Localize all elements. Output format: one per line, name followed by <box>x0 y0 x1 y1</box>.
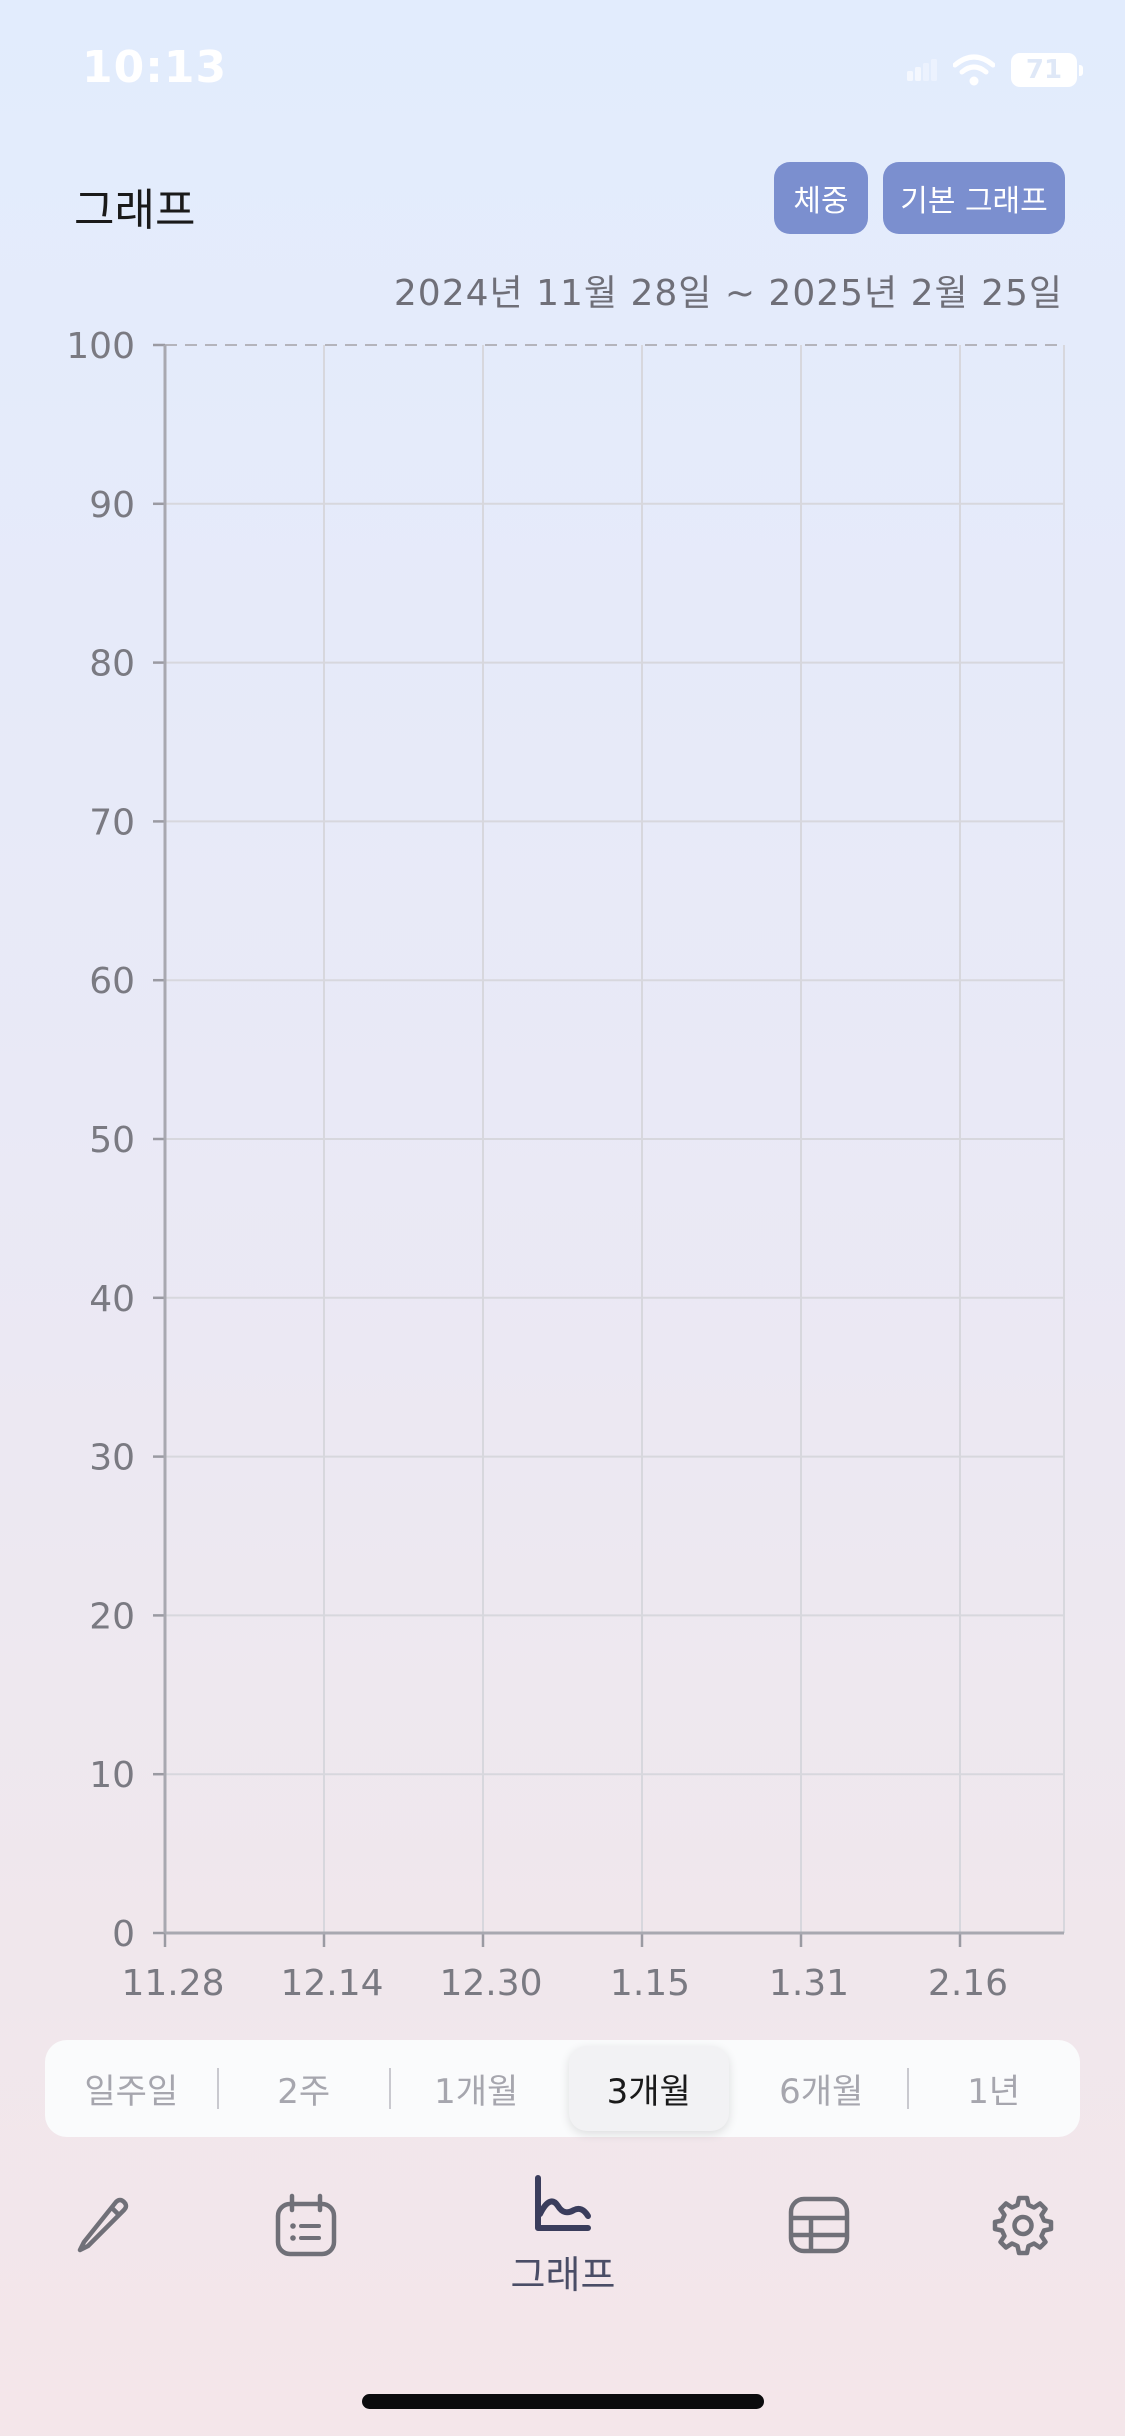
x-tick-label: 12.30 <box>439 1963 542 2004</box>
table-icon <box>788 2196 850 2254</box>
y-tick-label: 30 <box>89 1438 135 1479</box>
period-option[interactable]: 6개월 <box>735 2040 908 2137</box>
y-tick-label: 60 <box>89 961 135 1002</box>
home-indicator[interactable] <box>362 2394 764 2409</box>
tab-record[interactable] <box>70 2192 134 2256</box>
period-option[interactable]: 3개월 <box>568 2046 729 2131</box>
y-tick-label: 80 <box>89 644 135 685</box>
period-option[interactable]: 1년 <box>908 2040 1081 2137</box>
segment-divider <box>389 2068 391 2109</box>
period-option[interactable]: 1개월 <box>390 2040 563 2137</box>
y-tick-label: 10 <box>89 1755 135 1796</box>
period-selector[interactable]: 일주일 2주 1개월 3개월 6개월 1년 <box>45 2040 1080 2137</box>
x-tick-label: 2.16 <box>928 1963 1008 2004</box>
segment-divider <box>906 2068 909 2109</box>
y-tick-label: 70 <box>89 802 135 843</box>
chart: 0 10 20 30 40 50 60 70 80 90 100 11.28 12.14 12.30 1.1… <box>66 326 1065 2004</box>
calendar-icon <box>275 2193 337 2257</box>
graph-icon <box>535 2175 591 2231</box>
segment-divider <box>216 2068 219 2109</box>
y-tick-label: 0 <box>112 1914 135 1955</box>
period-option[interactable]: 일주일 <box>45 2040 218 2137</box>
tab-settings[interactable] <box>990 2192 1056 2258</box>
y-tick-label: 100 <box>66 326 135 367</box>
x-tick-label: 11.28 <box>121 1963 224 2004</box>
tab-graph[interactable]: 그래프 <box>490 2172 636 2299</box>
tab-graph-label: 그래프 <box>510 2253 616 2297</box>
period-option[interactable]: 2주 <box>218 2040 391 2137</box>
y-tick-label: 40 <box>89 1279 135 1320</box>
y-tick-label: 20 <box>89 1596 135 1637</box>
x-tick-label: 1.31 <box>769 1963 849 2004</box>
tab-table[interactable] <box>786 2192 852 2258</box>
y-tick-label: 50 <box>89 1120 135 1161</box>
gear-icon <box>992 2195 1054 2256</box>
tab-calendar[interactable] <box>272 2192 340 2260</box>
y-tick-label: 90 <box>89 485 135 526</box>
x-tick-label: 1.15 <box>610 1963 690 2004</box>
pencil-icon <box>77 2197 129 2253</box>
x-tick-label: 12.14 <box>280 1963 383 2004</box>
